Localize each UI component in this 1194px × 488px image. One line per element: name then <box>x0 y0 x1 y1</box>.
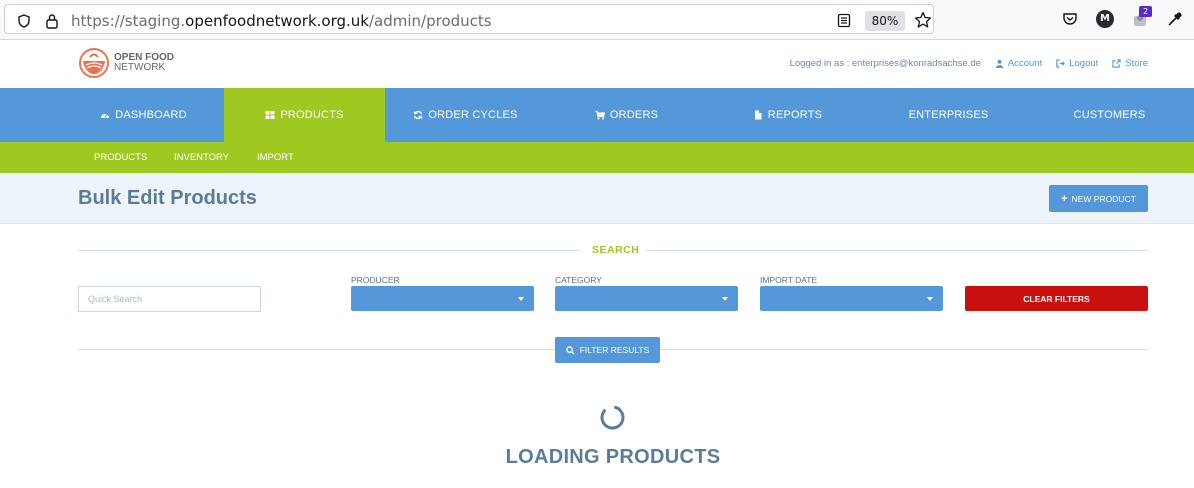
url-text[interactable]: https://staging.openfoodnetwork.org.uk/a… <box>71 12 492 30</box>
dashboard-icon <box>101 113 110 118</box>
grid-icon <box>265 111 275 119</box>
reader-view-icon[interactable] <box>837 13 851 28</box>
import-date-label: IMPORT DATE <box>760 275 818 285</box>
notification-badge: 2 <box>1139 6 1152 17</box>
search-section-label: SEARCH <box>592 244 640 256</box>
zoom-level[interactable]: 80% <box>865 11 905 31</box>
page-title: Bulk Edit Products <box>78 187 257 209</box>
plus-icon: + <box>1061 192 1068 205</box>
logout-link[interactable]: Logout <box>1056 58 1098 69</box>
browser-toolbar: https://staging.openfoodnetwork.org.uk/a… <box>0 0 1194 40</box>
category-select[interactable] <box>555 286 738 311</box>
eyedropper-icon[interactable] <box>1166 10 1184 28</box>
logo-text[interactable]: OPEN FOOD NETWORK <box>114 53 174 73</box>
quick-search-input[interactable]: Quick Search <box>78 286 261 312</box>
chevron-down-icon <box>927 297 933 301</box>
search-divider-left <box>78 250 580 251</box>
clear-filters-button[interactable]: CLEAR FILTERS <box>965 286 1148 311</box>
filter-results-button[interactable]: FILTER RESULTS <box>555 337 660 363</box>
chevron-down-icon <box>518 297 524 301</box>
producer-label: PRODUCER <box>351 275 400 285</box>
file-icon <box>754 110 762 120</box>
account-link[interactable]: Account <box>995 58 1042 69</box>
nav-customers[interactable]: CUSTOMERS <box>1029 88 1190 142</box>
nav-dashboard[interactable]: DASHBOARD <box>63 88 224 142</box>
app-header: OPEN FOOD NETWORK Logged in as : enterpr… <box>0 40 1194 88</box>
refresh-icon <box>413 110 423 120</box>
main-nav: DASHBOARD PRODUCTS ORDER CYCLES ORDERS R… <box>0 88 1194 142</box>
nav-enterprises[interactable]: ENTERPRISES <box>868 88 1029 142</box>
user-links: Logged in as : enterprises@konradsachse.… <box>790 58 1148 69</box>
shield-icon[interactable] <box>17 14 31 28</box>
store-link[interactable]: Store <box>1112 58 1148 69</box>
sign-out-icon <box>1056 59 1066 68</box>
subnav-products[interactable]: PRODUCTS <box>94 152 147 163</box>
ofn-logo-icon[interactable] <box>78 47 110 79</box>
import-date-select[interactable] <box>760 286 943 311</box>
sub-nav: PRODUCTS INVENTORY IMPORT <box>0 142 1194 179</box>
subnav-inventory[interactable]: INVENTORY <box>174 152 229 163</box>
loading-spinner-icon <box>600 405 625 430</box>
loading-text: LOADING PRODUCTS <box>505 446 721 468</box>
search-icon <box>565 345 575 355</box>
nav-reports[interactable]: REPORTS <box>707 88 868 142</box>
address-bar[interactable]: https://staging.openfoodnetwork.org.uk/a… <box>4 4 934 34</box>
bookmark-star-icon[interactable] <box>914 11 932 29</box>
nav-orders[interactable]: ORDERS <box>546 88 707 142</box>
nav-order-cycles[interactable]: ORDER CYCLES <box>385 88 546 142</box>
user-icon <box>995 59 1003 68</box>
logged-in-as: Logged in as : enterprises@konradsachse.… <box>789 58 981 69</box>
search-divider-right <box>646 250 1148 251</box>
pocket-icon[interactable] <box>1061 10 1079 28</box>
chevron-down-icon <box>722 297 728 301</box>
category-label: CATEGORY <box>555 275 602 285</box>
profile-avatar[interactable]: M <box>1096 10 1114 28</box>
page-title-bar: Bulk Edit Products + NEW PRODUCT <box>0 173 1194 224</box>
external-link-icon <box>1112 59 1121 68</box>
new-product-button[interactable]: + NEW PRODUCT <box>1049 185 1148 212</box>
lock-icon[interactable] <box>45 13 59 29</box>
nav-products[interactable]: PRODUCTS <box>224 88 385 142</box>
producer-select[interactable] <box>351 286 534 311</box>
subnav-import[interactable]: IMPORT <box>257 152 294 163</box>
cart-icon <box>595 110 605 120</box>
